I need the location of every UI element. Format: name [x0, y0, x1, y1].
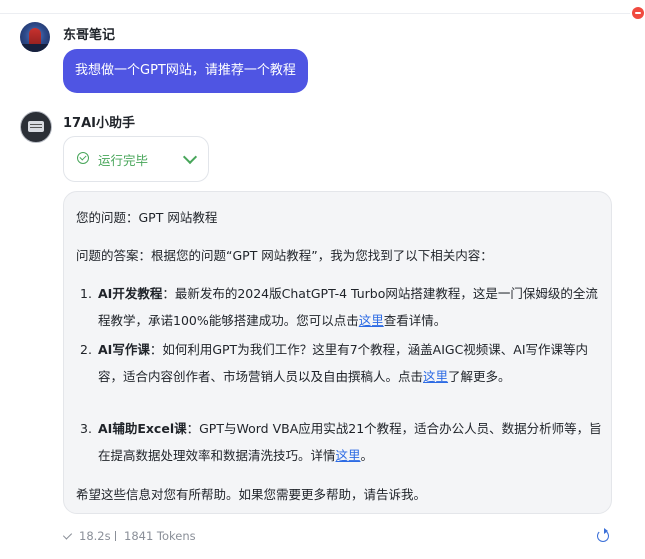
answer-card: 您的问题：GPT 网站教程 问题的答案：根据您的问题“GPT 网站教程”，我为您…: [63, 191, 612, 514]
question-line: 您的问题：GPT 网站教程: [76, 210, 218, 225]
scrollbar[interactable]: [630, 0, 645, 559]
closing-line: 希望这些信息对您有所帮助。如果您需要更多帮助，请告诉我。: [76, 487, 427, 502]
detail-link[interactable]: 这里: [359, 313, 384, 328]
list-number: 3.: [80, 421, 92, 436]
item-text-after: 查看详情。: [383, 313, 447, 328]
check-circle-icon: [77, 152, 89, 164]
item-title: AI辅助Excel课: [98, 421, 187, 436]
item-text-after: 。: [360, 448, 374, 463]
item-title: AI开发教程: [98, 286, 163, 301]
run-status-toggle[interactable]: 运行完毕: [63, 136, 209, 182]
list-number: 1.: [80, 286, 92, 301]
detail-link[interactable]: 这里: [423, 369, 448, 384]
token-count: 1841 Tokens: [124, 529, 196, 543]
detail-link[interactable]: 这里: [336, 448, 361, 463]
user-name: 东哥笔记: [63, 28, 116, 43]
footer-divider: [115, 531, 116, 541]
item-text: ：最新发布的2024版ChatGPT-4 Turbo网站搭建教程，这是一门保姆级…: [98, 286, 598, 328]
user-avatar: [20, 22, 50, 52]
item-text: ：如何利用GPT为我们工作？这里有7个教程，涵盖AIGC视频课、AI写作课等内容…: [98, 342, 589, 384]
top-divider: [0, 13, 630, 14]
bot-name: 17AI小助手: [63, 116, 135, 131]
remove-icon[interactable]: [632, 7, 644, 19]
check-icon: [62, 530, 73, 540]
elapsed-time: 18.2s: [79, 529, 111, 543]
list-number: 2.: [80, 342, 92, 357]
refresh-icon[interactable]: [597, 528, 609, 542]
chevron-down-icon[interactable]: [182, 149, 198, 165]
run-status-label: 运行完毕: [98, 153, 149, 168]
bot-avatar: [20, 111, 52, 143]
intro-line: 问题的答案：根据您的问题“GPT 网站教程”，我为您找到了以下相关内容：: [76, 248, 493, 263]
item-text-after: 了解更多。: [448, 369, 511, 384]
item-title: AI写作课: [98, 342, 150, 357]
user-message-bubble: 我想做一个GPT网站，请推荐一个教程: [63, 49, 308, 93]
